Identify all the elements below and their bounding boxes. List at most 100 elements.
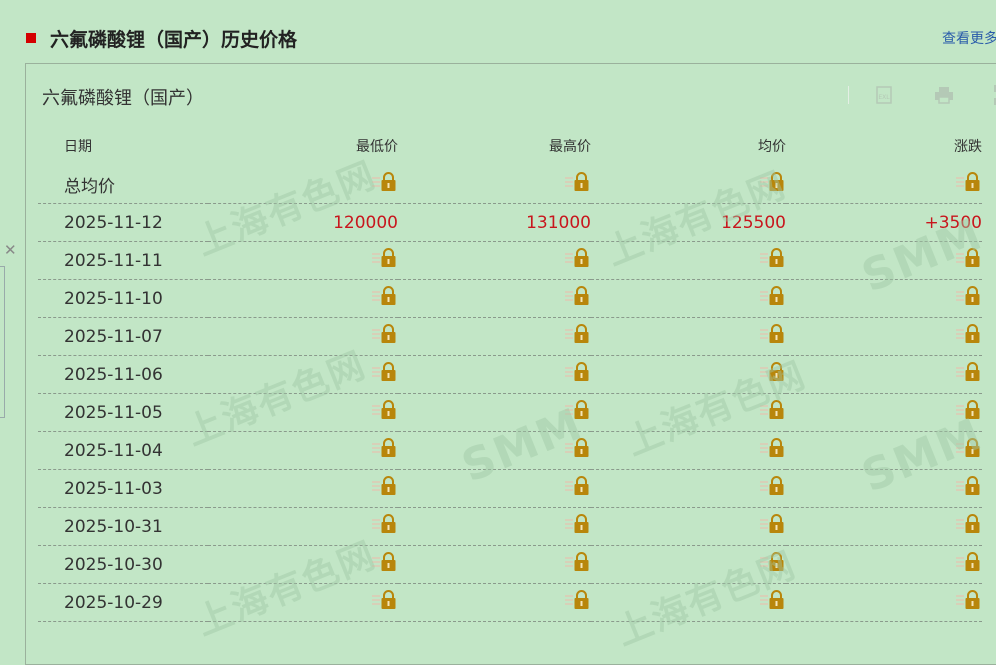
- cell-date: 2025-11-12: [38, 203, 208, 242]
- price-panel: 六氟磷酸锂（国产） EXL 日期 最低价 最高价 均价 涨跌 总均价 2025-…: [25, 63, 996, 665]
- cell-change: [786, 583, 982, 622]
- lock-icon[interactable]: [372, 552, 398, 572]
- lock-icon[interactable]: [956, 248, 982, 268]
- cell-avg: [591, 431, 786, 470]
- cell-change: [786, 393, 982, 432]
- lock-icon[interactable]: [760, 172, 786, 192]
- cell-high: 131000: [398, 203, 591, 242]
- excel-export-icon[interactable]: EXL: [873, 84, 895, 106]
- lock-icon[interactable]: [565, 172, 591, 192]
- cell-high: [398, 469, 591, 508]
- lock-icon[interactable]: [565, 400, 591, 420]
- lock-icon[interactable]: [956, 324, 982, 344]
- lock-icon[interactable]: [565, 248, 591, 268]
- cell-high: [398, 241, 591, 280]
- header-high: 最高价: [549, 139, 591, 155]
- panel-toolbar: EXL: [848, 84, 996, 106]
- cell-date: 2025-11-04: [38, 431, 208, 470]
- lock-icon[interactable]: [760, 362, 786, 382]
- cell-high: [398, 317, 591, 356]
- header-low: 最低价: [356, 139, 398, 155]
- lock-icon[interactable]: [565, 362, 591, 382]
- table-row: 2025-11-06: [38, 355, 982, 394]
- lock-icon[interactable]: [565, 286, 591, 306]
- lock-icon[interactable]: [372, 400, 398, 420]
- cell-low: [208, 393, 398, 432]
- lock-icon[interactable]: [760, 400, 786, 420]
- table-row: 2025-11-03: [38, 469, 982, 508]
- lock-icon[interactable]: [760, 248, 786, 268]
- lock-icon[interactable]: [565, 438, 591, 458]
- lock-icon[interactable]: [956, 552, 982, 572]
- print-icon[interactable]: [933, 84, 955, 106]
- cell-low: [208, 507, 398, 546]
- lock-icon[interactable]: [372, 248, 398, 268]
- cell-avg: 125500: [591, 203, 786, 242]
- cell-change: [786, 166, 982, 204]
- cell-low: [208, 279, 398, 318]
- lock-icon[interactable]: [372, 286, 398, 306]
- lock-icon[interactable]: [956, 514, 982, 534]
- lock-icon[interactable]: [565, 552, 591, 572]
- svg-text:EXL: EXL: [878, 94, 890, 101]
- lock-icon[interactable]: [372, 172, 398, 192]
- lock-icon[interactable]: [565, 476, 591, 496]
- table-header-row: 日期 最低价 最高价 均价 涨跌: [38, 126, 982, 166]
- cell-avg: [591, 166, 786, 204]
- cell-low: [208, 431, 398, 470]
- cell-date: 2025-10-29: [38, 583, 208, 622]
- lock-icon[interactable]: [956, 590, 982, 610]
- cell-avg: [591, 393, 786, 432]
- price-table: 日期 最低价 最高价 均价 涨跌 总均价 2025-11-12 120000 1310…: [38, 126, 982, 622]
- cell-high: [398, 431, 591, 470]
- lock-icon[interactable]: [372, 590, 398, 610]
- lock-icon[interactable]: [372, 324, 398, 344]
- lock-icon[interactable]: [760, 438, 786, 458]
- lock-icon[interactable]: [372, 438, 398, 458]
- lock-icon[interactable]: [956, 400, 982, 420]
- cell-low: [208, 355, 398, 394]
- cell-change: [786, 469, 982, 508]
- close-icon[interactable]: ✕: [4, 241, 17, 259]
- cell-change: [786, 279, 982, 318]
- cell-high: [398, 545, 591, 584]
- table-row: 2025-11-11: [38, 241, 982, 280]
- cell-low: [208, 583, 398, 622]
- lock-icon[interactable]: [760, 476, 786, 496]
- lock-icon[interactable]: [760, 590, 786, 610]
- lock-icon[interactable]: [372, 514, 398, 534]
- lock-icon[interactable]: [565, 590, 591, 610]
- lock-icon[interactable]: [760, 552, 786, 572]
- view-more-link[interactable]: 查看更多: [942, 28, 996, 48]
- lock-icon[interactable]: [760, 514, 786, 534]
- lock-icon[interactable]: [760, 324, 786, 344]
- cell-high: [398, 279, 591, 318]
- cell-high: [398, 355, 591, 394]
- lock-icon[interactable]: [565, 324, 591, 344]
- lock-icon[interactable]: [760, 286, 786, 306]
- lock-icon[interactable]: [956, 172, 982, 192]
- lock-icon[interactable]: [956, 476, 982, 496]
- table-row: 2025-10-29: [38, 583, 982, 622]
- cell-high: [398, 166, 591, 204]
- cell-avg: [591, 583, 786, 622]
- lock-icon[interactable]: [372, 362, 398, 382]
- table-row: 2025-11-07: [38, 317, 982, 356]
- cell-avg: [591, 355, 786, 394]
- lock-icon[interactable]: [956, 438, 982, 458]
- section-title: 六氟磷酸锂（国产）历史价格: [26, 24, 297, 52]
- cell-date: 2025-11-03: [38, 469, 208, 508]
- title-marker: [26, 33, 36, 43]
- cell-change: [786, 317, 982, 356]
- lock-icon[interactable]: [372, 476, 398, 496]
- lock-icon[interactable]: [956, 286, 982, 306]
- cell-low: [208, 469, 398, 508]
- lock-icon[interactable]: [565, 514, 591, 534]
- table-row: 2025-11-12 120000 131000 125500 +3500: [38, 203, 982, 242]
- cell-avg: [591, 545, 786, 584]
- table-row: 2025-10-31: [38, 507, 982, 546]
- cell-date: 2025-10-31: [38, 507, 208, 546]
- cell-avg: [591, 507, 786, 546]
- lock-icon[interactable]: [956, 362, 982, 382]
- toolbar-divider: [848, 86, 849, 104]
